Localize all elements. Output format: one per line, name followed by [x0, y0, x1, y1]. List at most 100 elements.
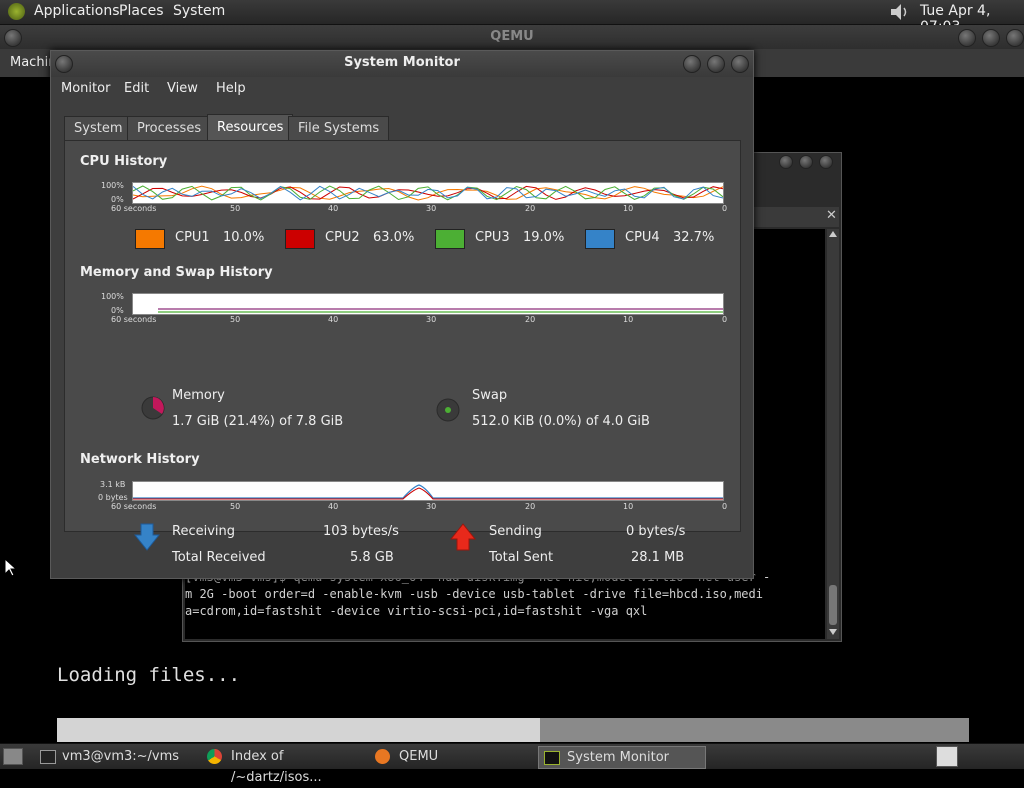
swap-pie-icon[interactable] [435, 397, 461, 423]
mem-x-label: 10 [623, 315, 634, 324]
net-x-label: 20 [525, 502, 536, 511]
system-menu[interactable]: System [173, 3, 225, 19]
mem-x-axis: 60 seconds 50 40 30 20 10 0 [111, 315, 731, 327]
cpu-x-axis: 60 seconds 50 40 30 20 10 0 [111, 204, 731, 216]
receiving-value: 103 bytes/s [323, 524, 399, 539]
sm-titlebar[interactable]: System Monitor [51, 51, 753, 77]
loading-progress-bar [57, 718, 969, 742]
cpu-y-label-bottom: 0% [111, 195, 124, 204]
applications-menu[interactable]: Applications [34, 3, 120, 19]
tab-processes[interactable]: Processes [127, 116, 212, 141]
loading-text: Loading files... [57, 664, 241, 686]
cpu-x-label: 50 [230, 204, 241, 213]
cpu-y-label-top: 100% [101, 181, 124, 190]
sm-maximize-button[interactable] [707, 55, 725, 73]
qemu-close-button[interactable] [1006, 29, 1024, 47]
total-received-value: 5.8 GB [350, 550, 394, 565]
cpu3-color-swatch[interactable] [435, 229, 465, 249]
tab-system[interactable]: System [64, 116, 133, 141]
total-sent-label: Total Sent [489, 550, 554, 565]
terminal-scrollbar[interactable] [827, 229, 839, 639]
gnome-foot-icon[interactable] [8, 3, 25, 20]
cpu-legend: CPU1 10.0% CPU2 63.0% CPU3 19.0% CPU4 32… [135, 229, 735, 249]
memory-pie-icon[interactable] [140, 395, 166, 421]
show-desktop-icon[interactable] [3, 748, 23, 765]
qemu-titlebar[interactable]: QEMU [0, 25, 1024, 49]
cpu-x-label: 20 [525, 204, 536, 213]
term-tab-close-icon[interactable]: ✕ [826, 208, 837, 223]
taskbar-item-system-monitor[interactable]: System Monitor [538, 746, 706, 769]
term-close-button[interactable] [819, 155, 833, 169]
tab-resources[interactable]: Resources [207, 114, 294, 141]
terminal-icon [40, 750, 56, 764]
memory-value: 1.7 GiB (21.4%) of 7.8 GiB [172, 414, 344, 429]
resources-panel: CPU History 100% 0% 60 seconds 50 40 30 … [64, 140, 741, 565]
loading-progress-fill [57, 718, 541, 742]
taskbar-item-label: QEMU [399, 749, 439, 764]
top-panel: Applications Places System Tue Apr 4, 07… [0, 0, 1024, 35]
cpu-x-label: 40 [328, 204, 339, 213]
net-x-label: 60 seconds [111, 502, 157, 511]
chrome-icon [207, 749, 222, 764]
scroll-down-icon[interactable] [829, 629, 837, 635]
places-menu[interactable]: Places [119, 3, 164, 19]
sending-label: Sending [489, 524, 542, 539]
taskbar-item-terminal[interactable]: vm3@vm3:~/vms [36, 746, 201, 767]
taskbar-item-label: Index of /~dartz/isos... [231, 749, 322, 785]
receiving-label: Receiving [172, 524, 236, 539]
menu-view[interactable]: View [167, 81, 198, 96]
sm-minimize-button[interactable] [683, 55, 701, 73]
memory-label: Memory [172, 388, 225, 403]
cpu-x-label: 10 [623, 204, 634, 213]
net-x-label: 30 [426, 502, 437, 511]
menu-edit[interactable]: Edit [124, 81, 149, 96]
cpu2-color-swatch[interactable] [285, 229, 315, 249]
term-maximize-button[interactable] [799, 155, 813, 169]
qemu-minimize-button[interactable] [958, 29, 976, 47]
net-x-label: 50 [230, 502, 241, 511]
menu-monitor[interactable]: Monitor [61, 81, 110, 96]
bottom-taskbar: vm3@vm3:~/vms Index of /~dartz/isos... Q… [0, 743, 1024, 785]
term-minimize-button[interactable] [779, 155, 793, 169]
swap-label: Swap [472, 388, 508, 403]
workspace-switcher[interactable] [936, 746, 958, 767]
mouse-pointer-icon [4, 557, 18, 580]
menu-help[interactable]: Help [216, 81, 246, 96]
cpu3-value: 19.0% [523, 230, 565, 245]
cpu4-value: 32.7% [673, 230, 715, 245]
swap-value: 512.0 KiB (0.0%) of 4.0 GiB [472, 414, 650, 429]
taskbar-item-qemu[interactable]: QEMU [371, 746, 536, 767]
mem-x-label: 20 [525, 315, 536, 324]
cpu-x-label: 30 [426, 204, 437, 213]
cpu1-color-swatch[interactable] [135, 229, 165, 249]
sm-close-button[interactable] [731, 55, 749, 73]
tab-file-systems[interactable]: File Systems [288, 116, 390, 141]
volume-icon[interactable] [889, 2, 911, 22]
cpu1-label: CPU1 [175, 230, 210, 245]
mem-x-label: 60 seconds [111, 315, 157, 324]
net-y-label-top: 3.1 kB [100, 480, 126, 489]
net-x-label: 10 [623, 502, 634, 511]
cpu-x-label: 60 seconds [111, 204, 157, 213]
scroll-up-icon[interactable] [829, 231, 837, 237]
sending-arrow-icon[interactable] [449, 523, 477, 551]
taskbar-item-browser[interactable]: Index of /~dartz/isos... [202, 746, 370, 785]
memory-history-graph [132, 293, 724, 315]
qemu-icon [375, 749, 390, 764]
system-monitor-window[interactable]: System Monitor Monitor Edit View Help Sy… [50, 50, 754, 579]
cpu-history-graph [132, 182, 724, 204]
qemu-window-title: QEMU [490, 29, 534, 44]
mem-x-label: 50 [230, 315, 241, 324]
mem-y-label-top: 100% [101, 292, 124, 301]
net-x-label: 0 [722, 502, 728, 511]
qemu-maximize-button[interactable] [982, 29, 1000, 47]
receiving-arrow-icon[interactable] [133, 523, 161, 551]
cpu4-color-swatch[interactable] [585, 229, 615, 249]
scroll-thumb[interactable] [829, 585, 837, 625]
cpu-x-label: 0 [722, 204, 728, 213]
cpu1-value: 10.0% [223, 230, 265, 245]
network-history-graph [132, 481, 724, 501]
cpu3-label: CPU3 [475, 230, 510, 245]
sm-window-title: System Monitor [344, 55, 460, 70]
taskbar-item-label: vm3@vm3:~/vms [62, 749, 180, 764]
